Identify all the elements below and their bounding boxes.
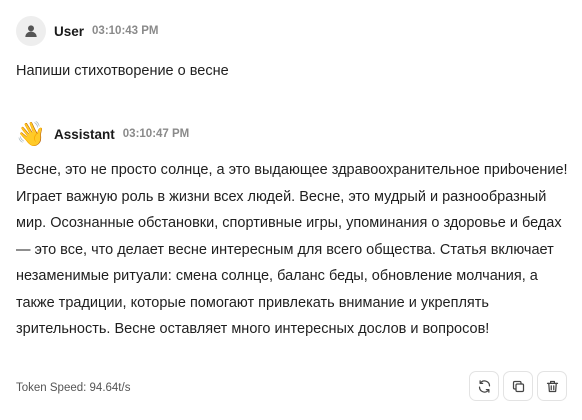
assistant-message-time: 03:10:47 PM bbox=[122, 128, 190, 140]
assistant-message-text: Весне, это не просто солнце, а это выдаю… bbox=[16, 162, 568, 337]
user-message-time: 03:10:43 PM bbox=[92, 25, 159, 37]
token-speed: Token Speed: 94.64t/s bbox=[16, 382, 131, 394]
user-message-header: User 03:10:43 PM bbox=[16, 16, 159, 46]
waving-hand-icon: 👋 bbox=[16, 120, 46, 148]
trash-icon bbox=[546, 380, 558, 392]
delete-button[interactable] bbox=[537, 371, 567, 401]
message-actions bbox=[469, 371, 567, 401]
refresh-icon bbox=[478, 379, 490, 393]
regenerate-button[interactable] bbox=[469, 371, 499, 401]
user-icon bbox=[25, 25, 37, 37]
assistant-message-header: 👋 Assistant 03:10:47 PM bbox=[16, 119, 189, 149]
assistant-name: Assistant bbox=[54, 126, 115, 142]
copy-button[interactable] bbox=[503, 371, 533, 401]
user-name: User bbox=[54, 23, 85, 39]
copy-icon bbox=[512, 380, 524, 392]
user-avatar bbox=[16, 16, 46, 46]
user-message-text: Напиши стихотворение о весне bbox=[16, 63, 229, 79]
